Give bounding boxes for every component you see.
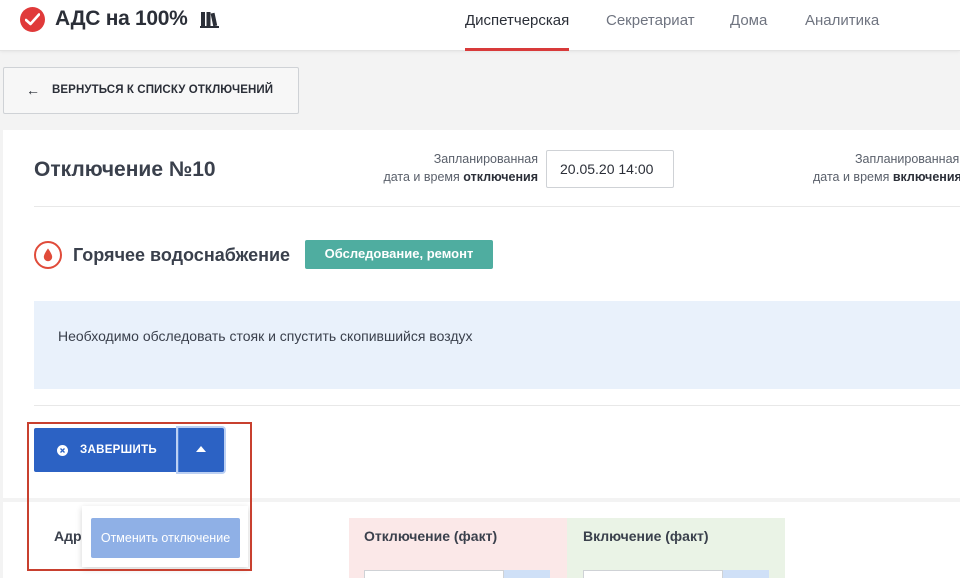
on-fact-column [567,518,785,578]
top-bar: АДС на 100% Диспетчерская Секретариат До… [0,0,960,51]
nav-active-indicator [465,48,569,51]
divider [34,206,960,207]
nav-secretariat[interactable]: Секретариат [606,12,695,29]
nav-dispatch[interactable]: Диспетчерская [465,12,569,29]
planned-on-line1: Запланированная [855,152,960,166]
logo-check-icon [20,7,45,32]
on-fact-header: Включение (факт) [583,528,709,544]
off-fact-input[interactable] [364,570,504,578]
divider [34,405,960,406]
nav-analytics[interactable]: Аналитика [805,12,879,29]
water-drop-icon [34,241,62,269]
off-fact-column [349,518,567,578]
on-fact-picker-button[interactable] [723,570,769,578]
planned-off-line1: Запланированная [433,152,538,166]
nav-houses[interactable]: Дома [730,12,767,29]
page-title: Отключение №10 [34,158,216,181]
outage-note: Необходимо обследовать стояк и спустить … [34,301,960,389]
off-fact-picker-button[interactable] [504,570,550,578]
back-button-label: ВЕРНУТЬСЯ К СПИСКУ ОТКЛЮЧЕНИЙ [52,84,274,96]
note-text: Необходимо обследовать стояк и спустить … [58,328,473,344]
planned-off-datetime-input[interactable]: 20.05.20 14:00 [546,150,674,188]
planned-off-label: Запланированная дата и время отключения [380,150,538,186]
off-fact-header: Отключение (факт) [364,528,498,544]
on-fact-input[interactable] [583,570,723,578]
books-icon[interactable] [200,10,220,28]
planned-on-line2: дата и время включения [813,170,960,184]
arrow-left-icon: ← [26,82,40,98]
planned-off-line2: дата и время отключения [383,170,538,184]
highlight-annotation [27,422,252,571]
status-badge: Обследование, ремонт [305,240,493,269]
brand-name: АДС на 100% [55,7,188,30]
back-to-list-button[interactable]: ← ВЕРНУТЬСЯ К СПИСКУ ОТКЛЮЧЕНИЙ [3,67,299,114]
planned-on-label: Запланированная дата и время включения [780,150,960,186]
service-type: Горячее водоснабжение [73,245,291,265]
